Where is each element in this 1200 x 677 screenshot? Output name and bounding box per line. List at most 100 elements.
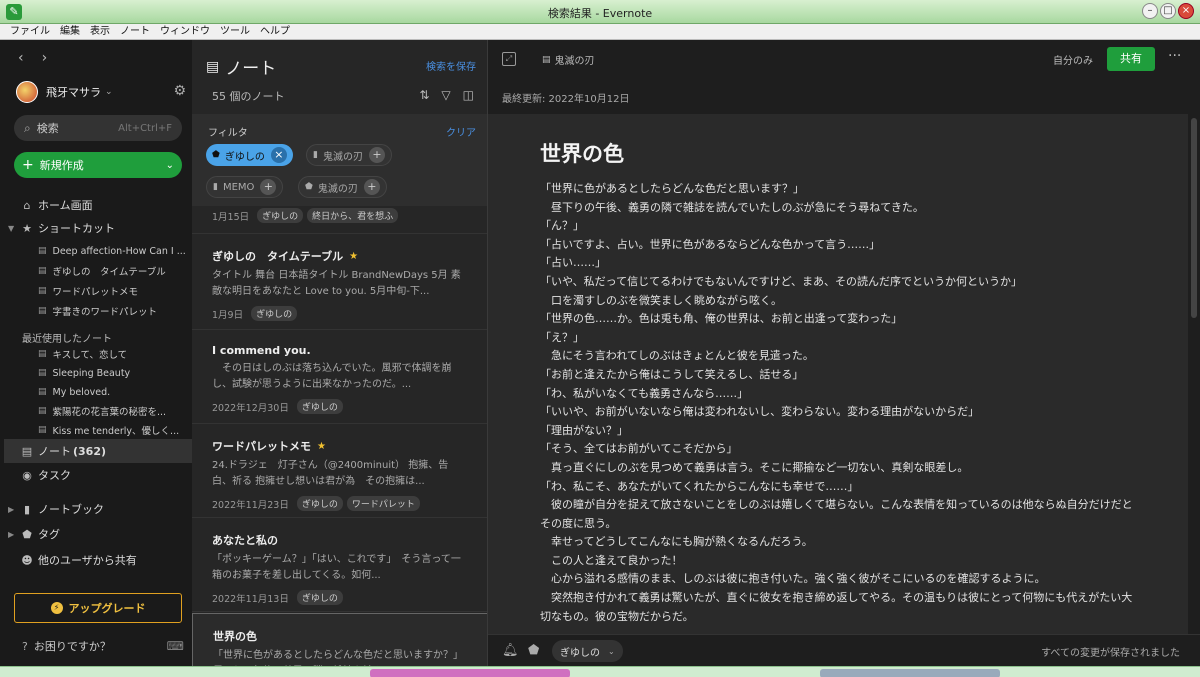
- keyboard-icon[interactable]: ⌨: [167, 639, 184, 653]
- paragraph: 幸せってどうしてこんなにも胸が熱くなるんだろう。: [540, 535, 813, 549]
- expand-icon[interactable]: ⤢: [502, 52, 516, 66]
- note-card[interactable]: ぎゆしの タイムテーブル ★ タイトル 舞台 日本語タイトル BrandNewDa…: [192, 234, 487, 330]
- note-tag: ぎゆしの: [296, 399, 343, 414]
- note-tag-chip[interactable]: ぎゆしの ⌄: [552, 640, 623, 662]
- note-content[interactable]: 「世界に色があるとしたらどんな色だと思います？」 昼下りの午後、義勇の隣で雑誌を…: [540, 180, 1140, 626]
- note-title: あなたと私の: [212, 534, 278, 547]
- paragraph: 「そう、全てはお前がいてこそだから」: [540, 442, 738, 456]
- filter-icon[interactable]: ▽: [441, 88, 450, 102]
- note-card-selected[interactable]: 世界の色 「世界に色があるとしたらどんな色だと思いますか？」 昼下りの午後、義勇…: [192, 613, 487, 666]
- recent-note-item[interactable]: ▤ Kiss me tenderly、優しく...: [38, 421, 188, 439]
- notebook-breadcrumb[interactable]: ▤ 鬼滅の刃: [542, 52, 595, 68]
- note-snippet: 「世界に色があるとしたらどんな色だと思いますか？」 昼下りの午後、義勇の隣で雑誌…: [213, 650, 467, 661]
- note-card[interactable]: 1月15日 ぎゆしの 終日から、君を想ふ: [192, 206, 487, 234]
- view-options-icon[interactable]: ◫: [463, 88, 474, 102]
- caret-down-icon[interactable]: ▼: [8, 224, 14, 233]
- note-card[interactable]: I commend you. その日はしのぶは落ち込んでいた。風邪で体調を崩し、…: [192, 330, 487, 424]
- close-button[interactable]: ×: [1178, 3, 1194, 19]
- paragraph: 「占い……」: [540, 256, 606, 270]
- note-icon: ▤: [38, 266, 47, 276]
- menu-edit[interactable]: 編集: [56, 24, 84, 39]
- last-updated: 最終更新: 2022年10月12日: [502, 94, 630, 105]
- chevron-down-icon[interactable]: ⌄: [166, 160, 174, 171]
- sidebar-item-tasks[interactable]: ◉ タスク: [10, 465, 190, 485]
- notebook-icon: ▮: [313, 150, 318, 160]
- sidebar-item-home[interactable]: ⌂ ホーム画面: [10, 195, 190, 215]
- back-arrow-icon[interactable]: ‹: [18, 50, 24, 66]
- recent-notes-label: 最近使用したノート: [22, 334, 112, 345]
- editor-footer: 🔔︎ ⬟ ぎゆしの ⌄ すべての変更が保存されました: [488, 634, 1200, 666]
- note-title: ぎゆしの タイムテーブル: [212, 250, 344, 263]
- sidebar-item-label: ホーム画面: [38, 199, 93, 212]
- maximize-button[interactable]: □: [1160, 3, 1176, 19]
- share-button[interactable]: 共有: [1107, 47, 1155, 71]
- new-note-button[interactable]: + 新規作成 ⌄: [14, 152, 182, 178]
- add-tag-icon[interactable]: ⬟: [528, 643, 539, 658]
- gear-icon[interactable]: ⚙: [173, 83, 186, 99]
- user-name: 飛牙マサラ: [46, 86, 101, 99]
- menu-window[interactable]: ウィンドウ: [156, 24, 214, 39]
- recent-note-label: 紫陽花の花言葉の秘密を...: [52, 407, 167, 418]
- account-menu[interactable]: 飛牙マサラ ⌄ ⚙: [16, 80, 186, 104]
- scroll-thumb[interactable]: [1191, 118, 1197, 318]
- note-card[interactable]: あなたと私の 「ポッキーゲーム？」「はい、これです」 そう言って一箱のお菓子を差…: [192, 518, 487, 612]
- sidebar: ‹ › 飛牙マサラ ⌄ ⚙ ⌕ 検索 Alt+Ctrl+F + 新規作成 ⌄ ⌂…: [4, 40, 192, 666]
- home-icon: ⌂: [23, 198, 31, 212]
- help-link[interactable]: ? お困りですか？ ⌨: [22, 638, 184, 654]
- note-title[interactable]: 世界の色: [540, 138, 624, 168]
- more-options-icon[interactable]: ···: [1168, 48, 1181, 64]
- forward-arrow-icon[interactable]: ›: [42, 50, 48, 66]
- editor-body[interactable]: 世界の色 「世界に色があるとしたらどんな色だと思います？」 昼下りの午後、義勇の…: [488, 114, 1188, 634]
- remove-filter-icon[interactable]: ×: [270, 147, 287, 163]
- sidebar-item-notebooks[interactable]: ▶ ▮ ノートブック: [8, 499, 190, 519]
- sidebar-item-tags[interactable]: ▶ ⬟ タグ: [8, 524, 190, 544]
- reminder-bell-icon[interactable]: 🔔︎: [502, 643, 519, 658]
- editor-scrollbar[interactable]: [1188, 114, 1200, 634]
- tag-icon: ⬟: [22, 527, 32, 541]
- search-input[interactable]: ⌕ 検索 Alt+Ctrl+F: [14, 115, 182, 141]
- paragraph: 急にそう言われてしのぶはきょとんと彼を見遣った。: [540, 349, 814, 363]
- filter-chip-notebook[interactable]: ▮ 鬼滅の刃 +: [306, 144, 392, 166]
- filter-chip-notebook[interactable]: ▮ MEMO +: [206, 176, 284, 198]
- note-card[interactable]: ワードパレットメモ ★ 24.ドラジェ 灯子さん（@2400minuit） 抱擁、…: [192, 424, 487, 518]
- note-title: ワードパレットメモ: [212, 440, 311, 453]
- caret-right-icon[interactable]: ▶: [8, 530, 14, 539]
- sort-icon[interactable]: ⇅: [419, 88, 429, 102]
- taskbar-item[interactable]: [370, 669, 570, 677]
- filter-label: フィルタ: [208, 128, 248, 139]
- filter-chip-tag[interactable]: ⬟ ぎゆしの ×: [206, 144, 293, 166]
- shortcut-item[interactable]: ▤ 字書きのワードパレット: [38, 302, 188, 320]
- upgrade-button[interactable]: ⚡ アップグレード: [14, 593, 182, 623]
- sidebar-item-notes[interactable]: ▤ ノート (362): [4, 439, 192, 463]
- note-list-header: ▤ ノート 検索を保存 55 個のノート ⇅ ▽ ◫: [192, 40, 487, 114]
- menu-tools[interactable]: ツール: [216, 24, 254, 39]
- menu-file[interactable]: ファイル: [6, 24, 54, 39]
- paragraph: 真っ直ぐにしのぶを見つめて義勇は言う。そこに揶揄など一切ない、真剣な眼差し。: [540, 460, 969, 474]
- visibility-label[interactable]: 自分のみ: [1053, 52, 1093, 67]
- taskbar-item[interactable]: [820, 669, 1000, 677]
- sidebar-item-shortcuts[interactable]: ▼ ★ ショートカット: [8, 218, 190, 238]
- menu-help[interactable]: ヘルプ: [256, 24, 294, 39]
- caret-right-icon[interactable]: ▶: [8, 505, 14, 514]
- sidebar-item-shared[interactable]: ☻ 他のユーザから共有: [10, 550, 190, 570]
- recent-note-item[interactable]: ▤ Sleeping Beauty: [38, 364, 188, 382]
- shortcut-item[interactable]: ▤ Deep affection-How Can I ...: [38, 242, 188, 260]
- chevron-down-icon[interactable]: ⌄: [608, 647, 615, 656]
- recent-note-item[interactable]: ▤ My beloved.: [38, 383, 188, 401]
- recent-note-item[interactable]: ▤ キスして、恋して: [38, 345, 188, 363]
- note-icon: ▤: [38, 286, 47, 296]
- paragraph: 口を濁すしのぶを微笑ましく眺めながら呟く。: [540, 293, 782, 307]
- menu-view[interactable]: 表示: [86, 24, 114, 39]
- add-filter-icon[interactable]: +: [368, 147, 385, 163]
- shortcut-item[interactable]: ▤ ぎゆしの タイムテーブル: [38, 262, 188, 280]
- minimize-button[interactable]: –: [1142, 3, 1158, 19]
- sidebar-item-label: タスク: [38, 469, 71, 482]
- shortcut-item[interactable]: ▤ ワードパレットメモ: [38, 282, 188, 300]
- menu-note[interactable]: ノート: [116, 24, 154, 39]
- add-filter-icon[interactable]: +: [260, 179, 277, 195]
- clear-filters-link[interactable]: クリア: [446, 124, 476, 139]
- save-search-link[interactable]: 検索を保存: [426, 58, 476, 73]
- add-filter-icon[interactable]: +: [363, 179, 380, 195]
- filter-chip-tag[interactable]: ⬟ 鬼滅の刃 +: [298, 176, 387, 198]
- recent-note-item[interactable]: ▤ 紫陽花の花言葉の秘密を...: [38, 402, 188, 420]
